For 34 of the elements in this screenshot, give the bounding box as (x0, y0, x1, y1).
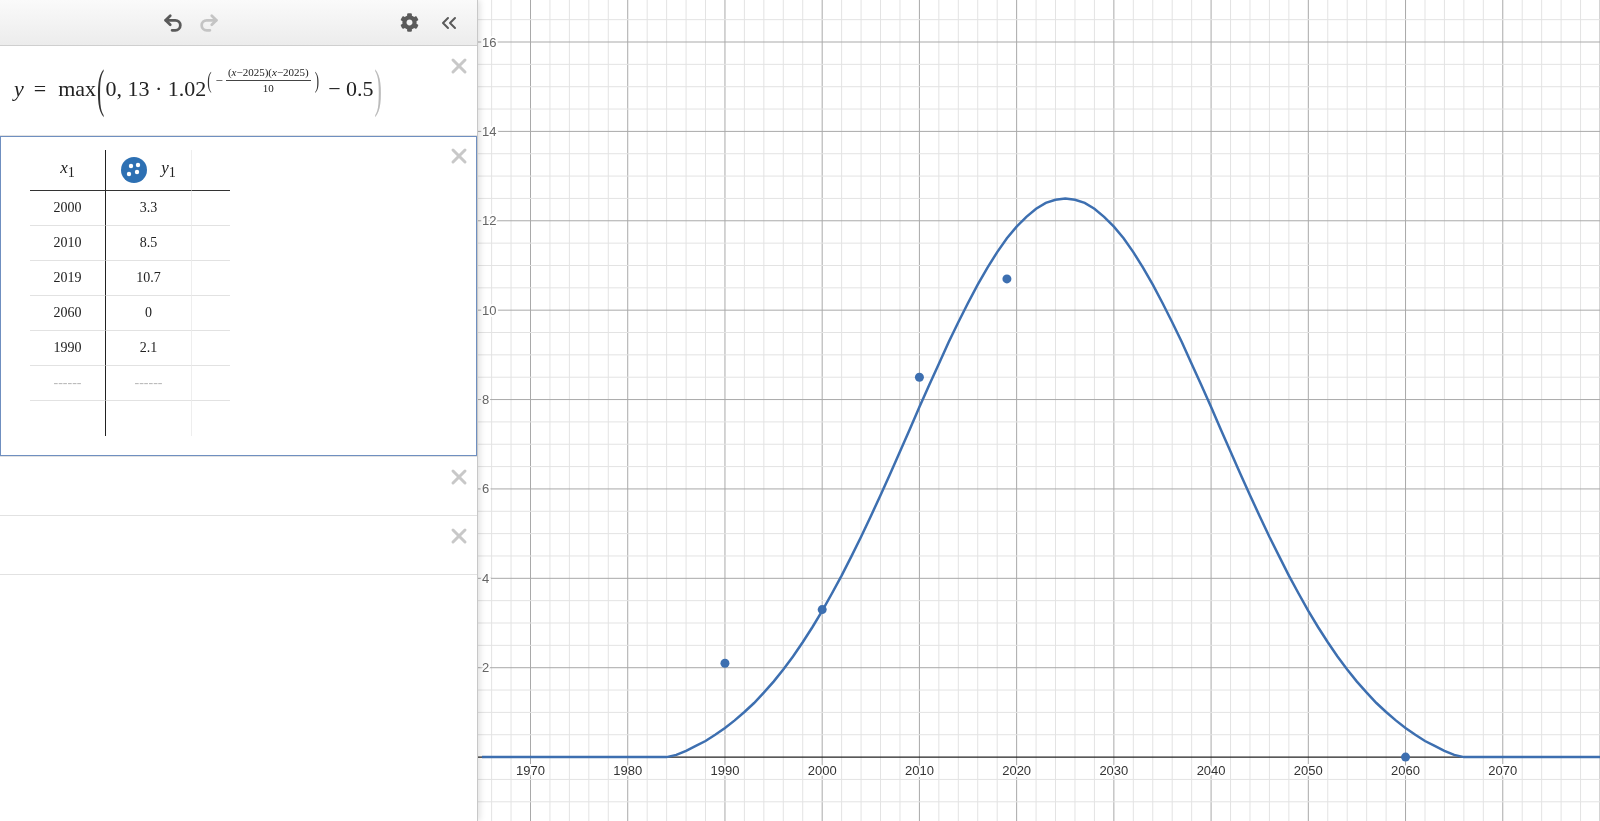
axis-label: 2020 (1002, 763, 1032, 779)
axis-label: 2 (482, 660, 490, 676)
table-cell[interactable]: 10.7 (136, 270, 161, 286)
axis-label: 14 (482, 123, 497, 139)
table-cell[interactable]: 0 (145, 305, 152, 321)
graph-canvas[interactable]: 1970 1980 1990 2000 2010 2020 2030 2040 2050 2060 2070 2 4 6 8 10 12 14 16 (478, 0, 1600, 821)
points-style-icon[interactable] (121, 157, 148, 183)
table-cell[interactable]: 1990 (53, 340, 82, 356)
column-header: x$_{1}$ (60, 158, 75, 182)
axis-label: 1970 (516, 763, 545, 779)
column-header: y$_{1}$ (161, 158, 176, 182)
table-cell[interactable]: 2.1 (139, 340, 158, 356)
axis-label: 4 (482, 570, 490, 586)
table-cell[interactable]: 2000 (53, 200, 82, 216)
axis-label: 12 (482, 213, 497, 229)
table-cell[interactable]: 8.5 (139, 235, 158, 251)
axis-label: 2060 (1391, 763, 1420, 779)
table-cell[interactable]: 2060 (53, 305, 82, 321)
axis-label: 6 (482, 481, 490, 497)
axis-label: 2010 (904, 763, 934, 779)
table-cell[interactable]: 3.3 (139, 200, 158, 216)
axis-label: 2030 (1099, 763, 1129, 779)
axis-label: 2040 (1196, 763, 1226, 779)
axis-label: 8 (482, 392, 490, 408)
expression-item[interactable]: x$_{1}$ y$_{1}$ 2000 3.3 2010 8.5 2019 10.7 2060 0 1990 2.1 ------ ------ (0, 136, 477, 457)
axis-label: 2070 (1488, 763, 1518, 779)
table-cell[interactable]: 2019 (53, 270, 82, 286)
axis-label: 1980 (613, 763, 643, 779)
axis-label: 2050 (1293, 763, 1323, 779)
axis-label: 1990 (710, 763, 740, 779)
axis-label: 2000 (807, 763, 837, 779)
axis-label: 16 (482, 34, 497, 50)
table-cell[interactable]: 2010 (53, 235, 82, 251)
axis-label: 10 (482, 302, 497, 318)
